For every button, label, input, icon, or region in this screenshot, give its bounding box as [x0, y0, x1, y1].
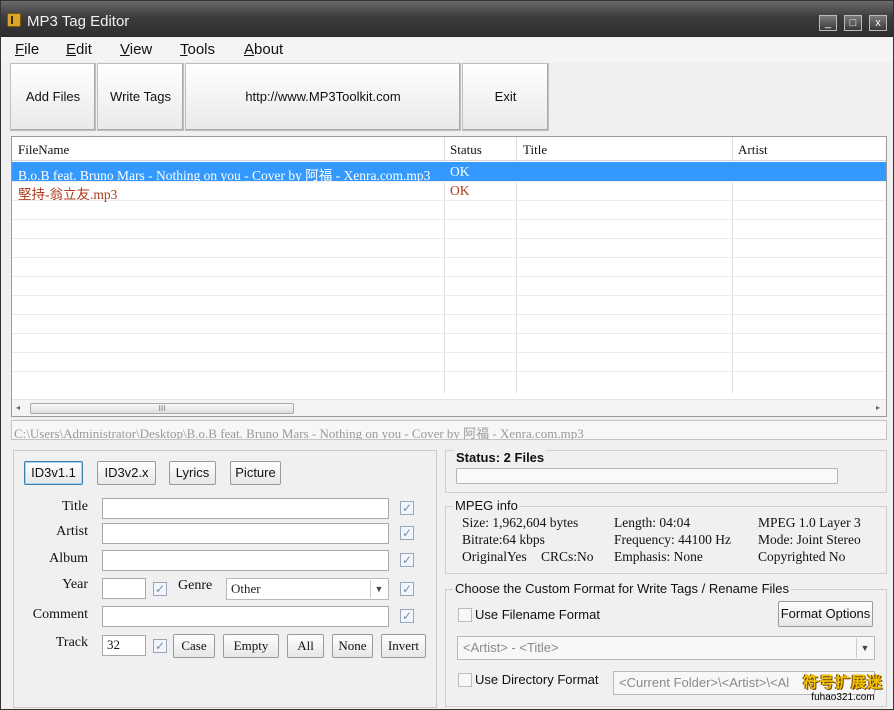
album-field[interactable]	[102, 550, 389, 571]
chevron-down-icon[interactable]: ▼	[856, 638, 873, 658]
all-button[interactable]: All	[287, 634, 324, 658]
exit-button[interactable]: Exit	[462, 63, 549, 131]
empty-button[interactable]: Empty	[223, 634, 279, 658]
table-row[interactable]: 堅持-翁立友.mp3 OK	[12, 181, 886, 202]
album-label: Album	[49, 551, 88, 566]
bitrate-info: Bitrate:64 kbps	[462, 532, 545, 547]
maximize-button[interactable]: □	[844, 15, 862, 31]
file-path: C:\Users\Administrator\Desktop\B.o.B fea…	[11, 420, 887, 440]
genre-value: Other	[231, 581, 261, 596]
watermark-text: 符号扩展迷	[802, 674, 883, 691]
invert-button[interactable]: Invert	[381, 634, 426, 658]
filename-format-select[interactable]: <Artist> - <Title> ▼	[457, 636, 875, 660]
genre-select[interactable]: Other ▼	[226, 578, 389, 600]
close-button[interactable]: x	[869, 15, 887, 31]
menu-about[interactable]: About	[244, 41, 283, 58]
none-button[interactable]: None	[332, 634, 373, 658]
custom-format-title: Choose the Custom Format for Write Tags …	[453, 581, 792, 596]
watermark-url: fuhao321.com	[811, 692, 875, 703]
copyrighted-info: Copyrighted No	[758, 549, 846, 564]
filename-format-value: <Artist> - <Title>	[463, 640, 559, 655]
emphasis-info: Emphasis: None	[614, 549, 703, 564]
year-field[interactable]	[102, 578, 146, 599]
menu-tools[interactable]: Tools	[180, 41, 215, 58]
menu-file[interactable]: File	[15, 41, 39, 58]
artist-field[interactable]	[102, 523, 389, 544]
column-title[interactable]: Title	[523, 142, 547, 158]
title-checkbox[interactable]: ✓	[400, 501, 414, 515]
tab-lyrics[interactable]: Lyrics	[169, 461, 216, 485]
track-field[interactable]: 32	[102, 635, 146, 656]
directory-format-value: <Current Folder>\<Artist>\<Al	[619, 675, 790, 690]
horizontal-scrollbar[interactable]: ◂ III ▸	[12, 399, 886, 416]
year-label: Year	[62, 577, 88, 592]
menu-view[interactable]: View	[120, 41, 152, 58]
track-checkbox[interactable]: ✓	[153, 639, 167, 653]
tab-id3v2[interactable]: ID3v2.x	[97, 461, 156, 485]
list-header: FileName Status Title Artist	[12, 137, 886, 161]
title-label: Title	[62, 499, 88, 514]
size-info: Size: 1,962,604 bytes	[462, 515, 579, 530]
file-list[interactable]: FileName Status Title Artist B.o.B feat.…	[11, 136, 887, 417]
genre-label: Genre	[178, 578, 213, 593]
frequency-info: Frequency: 44100 Hz	[614, 532, 731, 547]
row-status: OK	[450, 183, 470, 198]
tab-picture[interactable]: Picture	[230, 461, 281, 485]
app-icon	[7, 13, 21, 27]
table-row[interactable]: B.o.B feat. Bruno Mars - Nothing on you …	[12, 162, 886, 183]
use-filename-checkbox[interactable]	[458, 608, 472, 622]
length-info: Length: 04:04	[614, 515, 691, 530]
album-checkbox[interactable]: ✓	[400, 553, 414, 567]
use-filename-label: Use Filename Format	[475, 607, 600, 622]
comment-label: Comment	[32, 607, 88, 622]
app-window: MP3 Tag Editor _ □ x File Edit View Tool…	[0, 0, 894, 710]
menu-bar: File Edit View Tools About	[1, 38, 893, 62]
status-text: Status: 2 Files	[454, 450, 547, 465]
menu-edit[interactable]: Edit	[66, 41, 92, 58]
tag-panel: ID3v1.1 ID3v2.x Lyrics Picture Title ✓ A…	[13, 450, 437, 708]
track-label: Track	[55, 635, 88, 650]
column-status[interactable]: Status	[450, 142, 482, 158]
scroll-left-icon[interactable]: ◂	[16, 403, 20, 412]
add-files-button[interactable]: Add Files	[10, 63, 96, 131]
genre-checkbox[interactable]: ✓	[400, 582, 414, 596]
column-artist[interactable]: Artist	[738, 142, 768, 158]
row-status: OK	[450, 164, 470, 179]
tab-id3v1[interactable]: ID3v1.1	[24, 461, 83, 485]
crcs-info: CRCs:No	[541, 549, 594, 564]
chevron-down-icon[interactable]: ▼	[370, 580, 387, 598]
mpeg-info-title: MPEG info	[453, 498, 520, 513]
title-bar: MP3 Tag Editor _ □ x	[1, 1, 893, 37]
comment-checkbox[interactable]: ✓	[400, 609, 414, 623]
original-info: OriginalYes	[462, 549, 527, 564]
artist-checkbox[interactable]: ✓	[400, 526, 414, 540]
title-field[interactable]	[102, 498, 389, 519]
progress-bar	[456, 468, 838, 484]
comment-field[interactable]	[102, 606, 389, 627]
scroll-right-icon[interactable]: ▸	[876, 403, 880, 412]
mode-info: Mode: Joint Stereo	[758, 532, 861, 547]
use-directory-label: Use Directory Format	[475, 672, 599, 687]
scroll-thumb[interactable]: III	[30, 403, 294, 414]
watermark-logo: 符号扩展迷 fuhao321.com	[793, 671, 893, 709]
write-tags-button[interactable]: Write Tags	[97, 63, 184, 131]
column-filename[interactable]: FileName	[18, 142, 69, 158]
case-button[interactable]: Case	[173, 634, 215, 658]
minimize-button[interactable]: _	[819, 15, 837, 31]
year-checkbox[interactable]: ✓	[153, 582, 167, 596]
format-options-button[interactable]: Format Options	[778, 601, 873, 627]
layer-info: MPEG 1.0 Layer 3	[758, 515, 861, 530]
artist-label: Artist	[56, 524, 88, 539]
window-title: MP3 Tag Editor	[27, 13, 130, 30]
website-button[interactable]: http://www.MP3Toolkit.com	[185, 63, 461, 131]
row-filename: 堅持-翁立友.mp3	[18, 187, 118, 202]
use-directory-checkbox[interactable]	[458, 673, 472, 687]
